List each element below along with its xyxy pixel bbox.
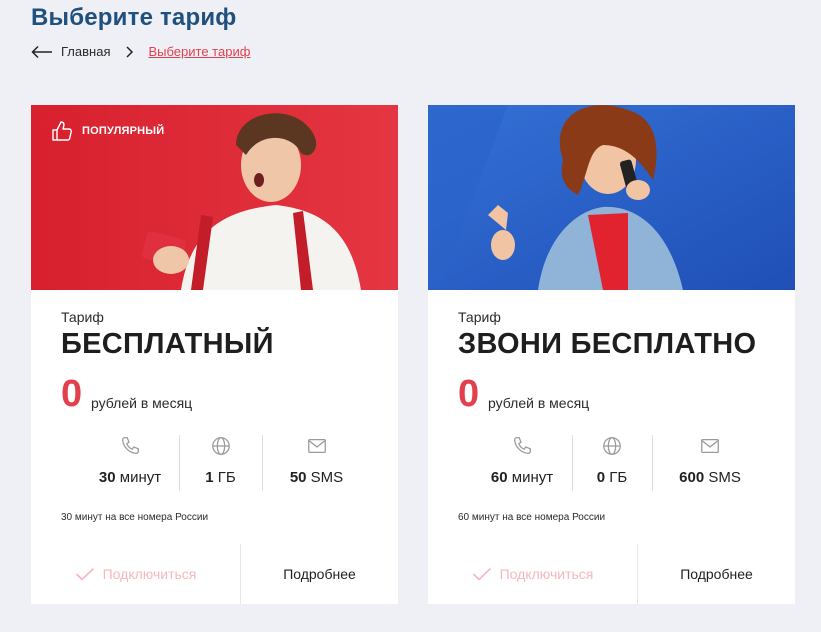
chevron-right-icon xyxy=(124,45,134,58)
feature-internet: 0 ГБ xyxy=(572,435,652,491)
tariff-label: Тариф xyxy=(458,309,501,325)
feature-unit: минут xyxy=(511,469,554,486)
feature-sms: 50 SMS xyxy=(262,435,371,491)
card-actions: Подключиться Подробнее xyxy=(428,544,795,604)
price-unit: рублей в месяц xyxy=(91,395,193,411)
connect-button[interactable]: Подключиться xyxy=(428,544,638,604)
card-actions: Подключиться Подробнее xyxy=(31,544,398,604)
connect-button[interactable]: Подключиться xyxy=(31,544,241,604)
feature-value: 600 xyxy=(679,469,705,486)
popular-badge: ПОПУЛЯРНЫЙ xyxy=(51,120,164,142)
thumbs-up-icon xyxy=(51,120,73,142)
feature-unit: ГБ xyxy=(609,469,628,486)
tariff-label: Тариф xyxy=(61,309,104,325)
tariff-features: 30 минут 1 ГБ 50 SMS xyxy=(61,435,371,491)
tariff-hero-image: ПОПУЛЯРНЫЙ xyxy=(31,105,398,290)
tariff-note: 60 минут на все номера России xyxy=(458,512,606,523)
badge-label: ПОПУЛЯРНЫЙ xyxy=(82,125,165,137)
feature-minutes: 60 минут xyxy=(472,435,572,491)
breadcrumb: Главная Выберите тариф xyxy=(31,44,250,59)
breadcrumb-home-link[interactable]: Главная xyxy=(61,44,110,59)
feature-value: 60 xyxy=(490,469,508,486)
tariff-hero-image xyxy=(428,105,795,290)
feature-unit: SMS xyxy=(708,469,741,486)
arrow-left-icon[interactable] xyxy=(31,45,53,59)
feature-value: 1 xyxy=(205,469,214,486)
price-unit: рублей в месяц xyxy=(488,395,590,411)
checkmark-icon xyxy=(75,567,95,581)
feature-unit: минут xyxy=(119,469,162,486)
feature-value: 30 xyxy=(98,469,116,486)
feature-unit: SMS xyxy=(310,469,344,486)
breadcrumb-current-link[interactable]: Выберите тариф xyxy=(148,44,250,59)
tariff-card: Тариф ЗВОНИ БЕСПЛАТНО 0 рублей в месяц 6… xyxy=(428,105,795,604)
tariff-price: 0 xyxy=(61,373,83,415)
tariff-name: ЗВОНИ БЕСПЛАТНО xyxy=(458,328,757,360)
phone-icon xyxy=(472,435,572,457)
feature-value: 50 xyxy=(289,469,307,486)
page-title: Выберите тариф xyxy=(31,4,237,31)
tariff-card: ПОПУЛЯРНЫЙ Тариф БЕСПЛАТНЫЙ 0 рублей в м… xyxy=(31,105,398,604)
feature-internet: 1 ГБ xyxy=(179,435,262,491)
mail-icon xyxy=(652,435,768,457)
feature-unit: ГБ xyxy=(217,469,236,486)
connect-button-label: Подключиться xyxy=(499,566,594,582)
connect-button-label: Подключиться xyxy=(102,566,197,582)
tariff-note: 30 минут на все номера России xyxy=(61,512,209,523)
tariff-features: 60 минут 0 ГБ 600 SMS xyxy=(458,435,768,491)
tariff-price: 0 xyxy=(458,373,480,415)
tariff-name: БЕСПЛАТНЫЙ xyxy=(61,328,274,360)
feature-value: 0 xyxy=(596,469,606,486)
details-button[interactable]: Подробнее xyxy=(638,544,795,604)
globe-icon xyxy=(572,435,652,457)
globe-icon xyxy=(179,435,262,457)
feature-minutes: 30 минут xyxy=(81,435,179,491)
details-button[interactable]: Подробнее xyxy=(241,544,398,604)
feature-sms: 600 SMS xyxy=(652,435,768,491)
mail-icon xyxy=(262,435,371,457)
checkmark-icon xyxy=(472,567,492,581)
phone-icon xyxy=(81,435,179,457)
